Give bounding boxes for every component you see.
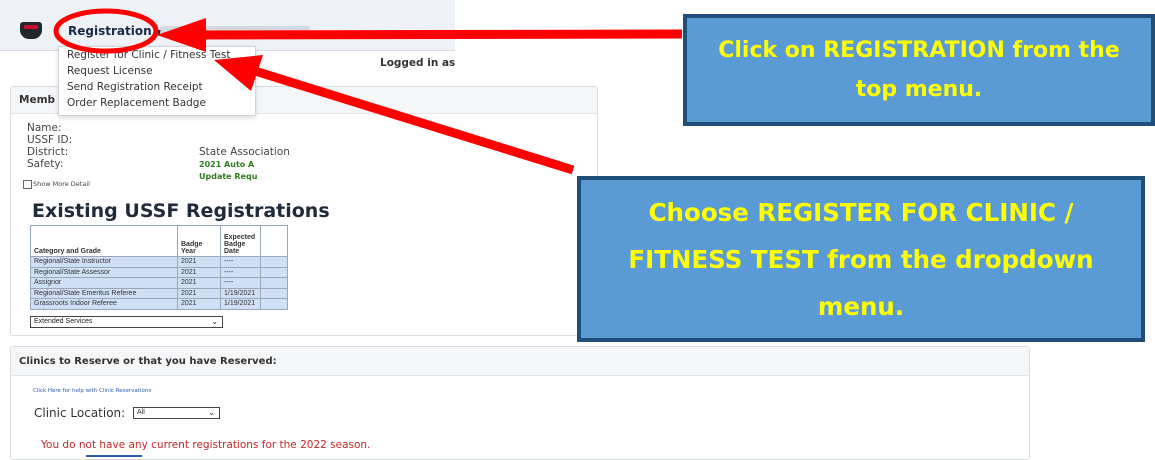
registration-label: Registration — [68, 24, 152, 38]
cell-blank — [260, 256, 288, 268]
cell-category: Grassroots Indoor Referee — [30, 298, 178, 310]
cell-year: 2021 — [177, 266, 221, 278]
table-row: Regional/State Assessor 2021 ---- — [30, 266, 288, 278]
extended-services-select[interactable]: Extended Services ⌄ — [30, 316, 223, 328]
safety-label: Safety: — [27, 158, 64, 170]
name-label: Name: — [27, 122, 62, 134]
header-expected-date: Expected Badge Date — [220, 225, 261, 257]
cell-blank — [260, 266, 288, 278]
district-label: District: — [27, 146, 69, 158]
ussf-logo-icon[interactable] — [20, 22, 42, 39]
cell-date: ---- — [220, 266, 261, 278]
cell-blank — [260, 277, 288, 289]
header-badge-year: Badge Year — [177, 225, 221, 257]
partial-button[interactable] — [86, 455, 142, 457]
cell-category: Regional/State Instructor — [30, 256, 178, 268]
safety-update-required[interactable]: Update Requ — [199, 172, 257, 181]
registration-menu-button[interactable]: Registration ▼ — [68, 24, 162, 38]
cell-year: 2021 — [177, 256, 221, 268]
cell-blank — [260, 287, 288, 299]
member-panel-title: Memb — [19, 94, 56, 106]
blurred-nav-items — [160, 26, 310, 36]
existing-registrations-title: Existing USSF Registrations — [32, 200, 330, 222]
extended-services-value: Extended Services — [34, 318, 93, 325]
ussf-id-label: USSF ID: — [27, 134, 73, 146]
dropdown-item-register-clinic[interactable]: Register for Clinic / Fitness Test — [67, 49, 230, 61]
logged-in-label: Logged in as — [380, 57, 456, 69]
cell-date: 1/19/2021 — [220, 298, 261, 310]
dropdown-item-send-receipt[interactable]: Send Registration Receipt — [67, 81, 203, 93]
no-registrations-message: You do not have any current registration… — [41, 439, 371, 451]
clinic-help-link[interactable]: Click Here for help with Clinic Reservat… — [33, 388, 151, 394]
cell-year: 2021 — [177, 298, 221, 310]
cell-blank — [260, 298, 288, 310]
clinic-location-value: All — [137, 409, 145, 416]
safety-value-auto: 2021 Auto A — [199, 160, 255, 169]
clinics-panel-title: Clinics to Reserve or that you have Rese… — [19, 356, 277, 367]
header-category: Category and Grade — [30, 225, 178, 257]
dropdown-item-request-license[interactable]: Request License — [67, 65, 153, 77]
callout-top-menu: Click on REGISTRATION from the top menu. — [683, 14, 1155, 126]
clinic-location-label: Clinic Location: — [34, 406, 126, 420]
chevron-down-icon: ⌄ — [211, 317, 218, 326]
table-row: Regional/State Instructor 2021 ---- — [30, 256, 288, 268]
table-header-row: Category and Grade Badge Year Expected B… — [30, 225, 288, 257]
table-row: Grassroots Indoor Referee 2021 1/19/2021 — [30, 298, 288, 310]
state-association-label: State Association — [199, 146, 290, 158]
cell-date: 1/19/2021 — [220, 287, 261, 299]
clinic-location-select[interactable]: All ⌄ — [133, 407, 220, 419]
cell-year: 2021 — [177, 277, 221, 289]
table-row: Regional/State Emeritus Referee 2021 1/1… — [30, 287, 288, 299]
clinics-panel: Clinics to Reserve or that you have Rese… — [10, 346, 1030, 460]
table-row: Assignor 2021 ---- — [30, 277, 288, 289]
cell-category: Regional/State Assessor — [30, 266, 178, 278]
registration-dropdown: Register for Clinic / Fitness Test Reque… — [58, 46, 256, 116]
cell-date: ---- — [220, 277, 261, 289]
cell-category: Regional/State Emeritus Referee — [30, 287, 178, 299]
callout-dropdown: Choose REGISTER FOR CLINIC / FITNESS TES… — [577, 176, 1145, 342]
show-more-checkbox[interactable] — [23, 180, 32, 189]
cell-year: 2021 — [177, 287, 221, 299]
chevron-down-icon: ⌄ — [208, 408, 215, 417]
header-blank — [260, 225, 288, 257]
registrations-table: Category and Grade Badge Year Expected B… — [30, 225, 288, 310]
dropdown-item-replacement-badge[interactable]: Order Replacement Badge — [67, 97, 206, 109]
cell-date: ---- — [220, 256, 261, 268]
cell-category: Assignor — [30, 277, 178, 289]
show-more-label: Show More Detail — [33, 180, 90, 188]
